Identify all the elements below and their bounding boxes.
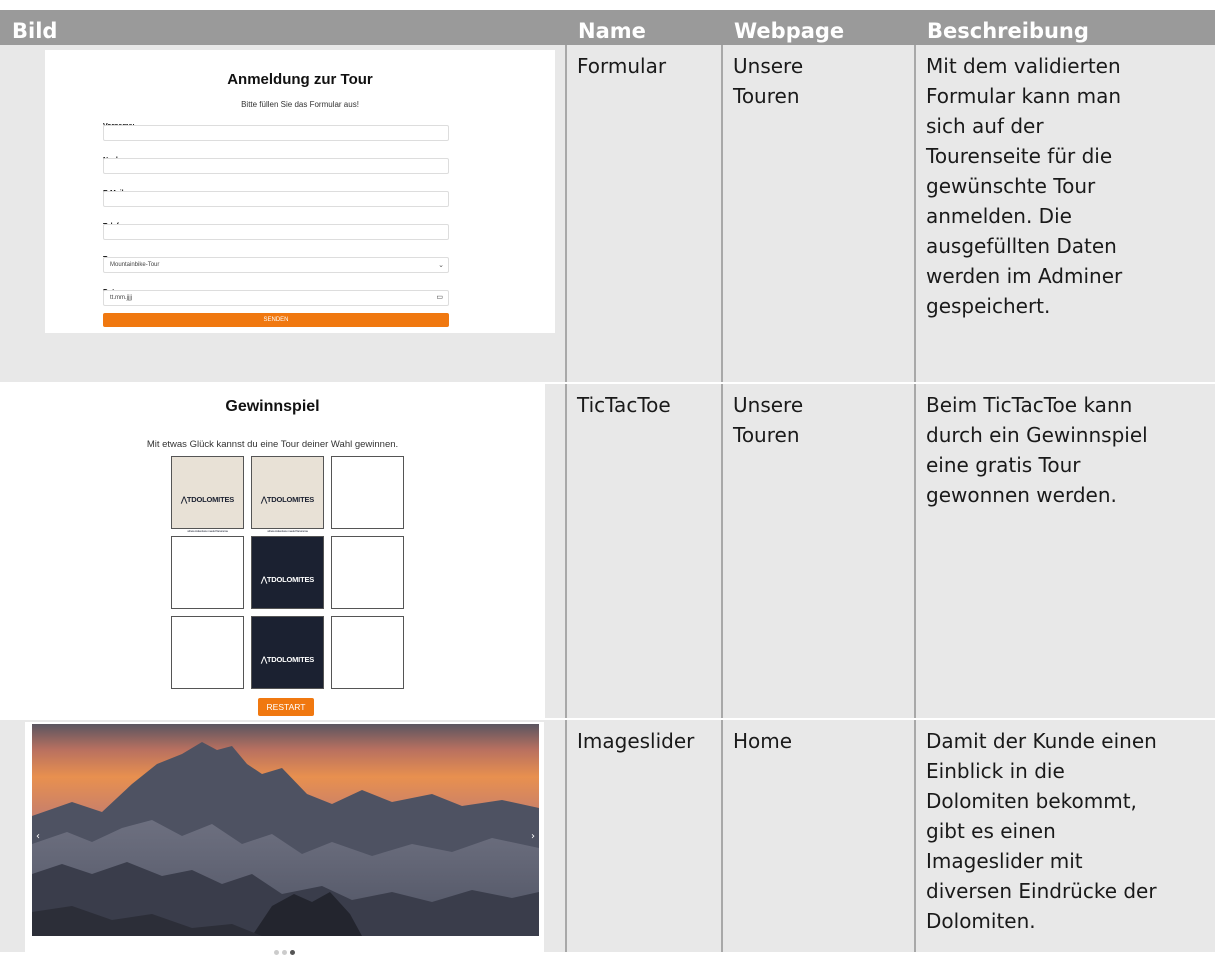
table-row-imageslider: ‹ › Imageslider Home Damit der Kunde ein… bbox=[0, 719, 1215, 955]
nachname-field[interactable] bbox=[103, 158, 449, 174]
description-cell: Beim TicTacToe kann durch ein Gewinnspie… bbox=[914, 383, 1215, 720]
image-cell-tictactoe: Gewinnspiel Mit etwas Glück kannst du ei… bbox=[0, 383, 566, 720]
name-cell: Formular bbox=[565, 45, 722, 384]
board-cell[interactable]: ⋀TDOLOMITES where Adventure meets Panoram… bbox=[251, 616, 324, 693]
board-cell[interactable] bbox=[331, 616, 404, 689]
slider-dot[interactable] bbox=[274, 950, 279, 955]
chevron-right-icon[interactable]: › bbox=[531, 822, 535, 852]
table-row-formular: Anmeldung zur Tour Bitte füllen Sie das … bbox=[0, 45, 1215, 384]
dolomites-photo bbox=[32, 724, 539, 936]
header-webpage: Webpage bbox=[722, 10, 915, 45]
chevron-left-icon[interactable]: ‹ bbox=[36, 822, 40, 852]
slider-image: ‹ › bbox=[32, 724, 539, 936]
slider-dot[interactable] bbox=[290, 950, 295, 955]
image-cell-imageslider: ‹ › bbox=[0, 719, 566, 955]
header-beschreibung: Beschreibung bbox=[915, 10, 1215, 45]
form-screenshot: Anmeldung zur Tour Bitte füllen Sie das … bbox=[45, 50, 555, 333]
board-cell[interactable]: ⋀TDOLOMITES where Adventure meets Panoram… bbox=[251, 536, 324, 613]
webpage-cell: Unsere Touren bbox=[721, 383, 915, 720]
image-cell-formular: Anmeldung zur Tour Bitte füllen Sie das … bbox=[0, 45, 566, 384]
datum-placeholder: tt.mm.jjjj bbox=[110, 295, 132, 301]
documentation-table: Bild Name Webpage Beschreibung Anmeldung… bbox=[0, 10, 1215, 955]
chevron-down-icon: ⌄ bbox=[438, 262, 444, 269]
header-bild: Bild bbox=[0, 10, 566, 45]
telefon-field[interactable] bbox=[103, 224, 449, 240]
tour-select-value: Mountainbike-Tour bbox=[110, 262, 160, 268]
email-field[interactable] bbox=[103, 191, 449, 207]
webpage-cell: Home bbox=[721, 719, 915, 952]
datum-field[interactable]: tt.mm.jjjj ▭ bbox=[103, 290, 449, 306]
header-row: Bild Name Webpage Beschreibung bbox=[0, 10, 1215, 45]
senden-button[interactable]: SENDEN bbox=[103, 313, 449, 327]
board-cell[interactable]: ⋀TDOLOMITES where Adventure meets Panoram… bbox=[171, 456, 244, 533]
header-name: Name bbox=[566, 10, 722, 45]
name-cell: Imageslider bbox=[565, 719, 722, 952]
board-cell[interactable] bbox=[171, 536, 244, 609]
vorname-field[interactable] bbox=[103, 125, 449, 141]
board-cell[interactable] bbox=[331, 456, 404, 529]
imageslider-screenshot: ‹ › bbox=[25, 722, 544, 955]
name-cell: TicTacToe bbox=[565, 383, 722, 720]
dolomites-logo: ⋀TDOLOMITES where Adventure meets Panoram… bbox=[252, 645, 323, 706]
description-cell: Mit dem validierten Formular kann man si… bbox=[914, 45, 1215, 384]
slider-dots bbox=[25, 940, 544, 970]
board-cell[interactable] bbox=[331, 536, 404, 609]
tour-select[interactable]: Mountainbike-Tour ⌄ bbox=[103, 257, 449, 273]
board-cell[interactable] bbox=[171, 616, 244, 689]
description-cell: Damit der Kunde einen Einblick in die Do… bbox=[914, 719, 1215, 952]
slider-dot[interactable] bbox=[282, 950, 287, 955]
game-title: Gewinnspiel bbox=[225, 398, 320, 415]
calendar-icon: ▭ bbox=[436, 294, 443, 301]
restart-button[interactable]: RESTART bbox=[258, 698, 314, 716]
tictactoe-screenshot: Gewinnspiel Mit etwas Glück kannst du ei… bbox=[0, 384, 545, 718]
webpage-cell: Unsere Touren bbox=[721, 45, 915, 384]
board-cell[interactable]: ⋀TDOLOMITES where Adventure meets Panoram… bbox=[251, 456, 324, 533]
table-row-tictactoe: Gewinnspiel Mit etwas Glück kannst du ei… bbox=[0, 383, 1215, 720]
